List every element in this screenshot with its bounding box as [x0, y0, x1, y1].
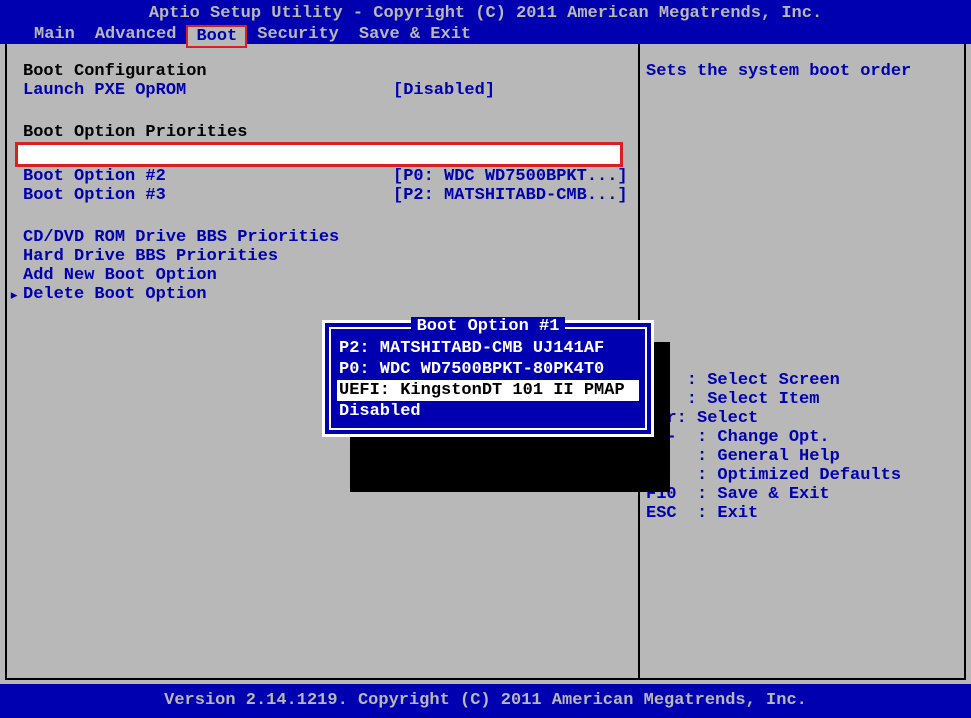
- help-f9: F9 : Optimized Defaults: [646, 466, 958, 485]
- arrow-right-icon: ▸: [9, 285, 19, 306]
- popup-option-3[interactable]: UEFI: KingstonDT 101 II PMAP: [337, 380, 639, 401]
- help-description: Sets the system boot order: [646, 62, 958, 81]
- boot-option-popup: Boot Option #1 P2: MATSHITABD-CMB UJ141A…: [322, 320, 654, 437]
- delete-boot-option[interactable]: ▸ Delete Boot Option: [23, 285, 632, 304]
- popup-option-4[interactable]: Disabled: [337, 401, 639, 422]
- boot-opt1-value: [UEFI: KingstonDT 1...]: [385, 145, 620, 164]
- boot-option-3-row[interactable]: Boot Option #3 [P2: MATSHITABD-CMB...]: [23, 186, 632, 205]
- pxe-label: Launch PXE OpROM: [23, 81, 393, 100]
- help-enter: ter: Select: [646, 409, 958, 428]
- boot-opt2-value: [P0: WDC WD7500BPKT...]: [393, 167, 628, 186]
- bios-header: Aptio Setup Utility - Copyright (C) 2011…: [0, 0, 971, 44]
- help-f1: F1 : General Help: [646, 447, 958, 466]
- pxe-value: [Disabled]: [393, 81, 495, 100]
- boot-opt3-value: [P2: MATSHITABD-CMB...]: [393, 186, 628, 205]
- settings-panel: Boot Configuration Launch PXE OpROM [Dis…: [7, 44, 640, 678]
- delete-label: Delete Boot Option: [23, 285, 207, 304]
- main-area: Boot Configuration Launch PXE OpROM [Dis…: [5, 44, 966, 680]
- boot-opt1-label: Boot Option #1: [26, 145, 385, 164]
- boot-opt2-label: Boot Option #2: [23, 167, 393, 186]
- popup-title: Boot Option #1: [337, 317, 639, 336]
- help-esc: ESC : Exit: [646, 504, 958, 523]
- cddvd-priorities[interactable]: CD/DVD ROM Drive BBS Priorities: [23, 228, 632, 247]
- boot-option-2-row[interactable]: Boot Option #2 [P0: WDC WD7500BPKT...]: [23, 167, 632, 186]
- popup-option-2[interactable]: P0: WDC WD7500BPKT-80PK4T0: [337, 359, 639, 380]
- title-bar: Aptio Setup Utility - Copyright (C) 2011…: [0, 2, 971, 25]
- help-panel: Sets the system boot order : Select Scre…: [640, 44, 964, 678]
- bios-footer: Version 2.14.1219. Copyright (C) 2011 Am…: [0, 684, 971, 718]
- key-help: : Select Screen : Select Item ter: Selec…: [646, 371, 958, 523]
- help-select-item: : Select Item: [646, 390, 958, 409]
- boot-option-1-row[interactable]: Boot Option #1 [UEFI: KingstonDT 1...]: [15, 142, 623, 167]
- help-f10: F10 : Save & Exit: [646, 485, 958, 504]
- boot-opt3-label: Boot Option #3: [23, 186, 393, 205]
- boot-config-header: Boot Configuration: [23, 62, 632, 81]
- boot-priorities-header: Boot Option Priorities: [23, 123, 632, 142]
- popup-option-1[interactable]: P2: MATSHITABD-CMB UJ141AF: [337, 338, 639, 359]
- harddrive-priorities[interactable]: Hard Drive BBS Priorities: [23, 247, 632, 266]
- help-select-screen: : Select Screen: [646, 371, 958, 390]
- help-plusminus: +/- : Change Opt.: [646, 428, 958, 447]
- pxe-option-row[interactable]: Launch PXE OpROM [Disabled]: [23, 81, 632, 100]
- add-new-boot-option[interactable]: Add New Boot Option: [23, 266, 632, 285]
